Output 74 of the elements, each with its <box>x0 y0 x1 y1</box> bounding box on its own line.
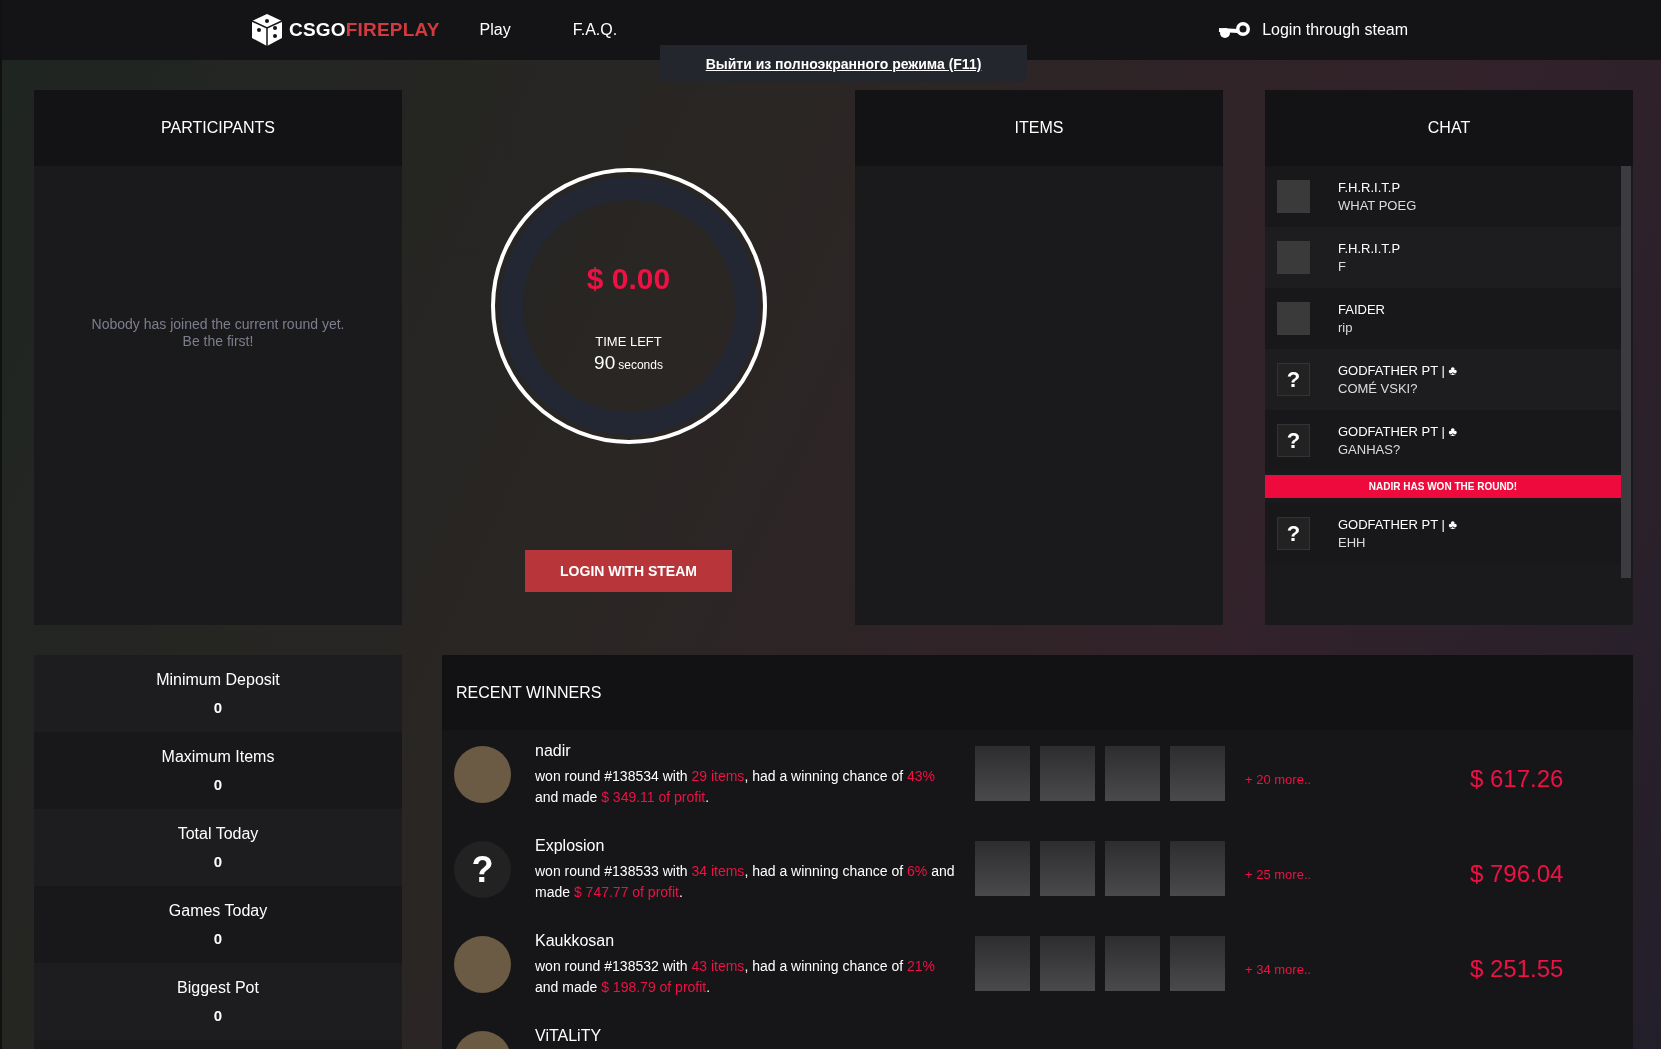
chat-username: F.H.R.I.T.P <box>1338 180 1402 195</box>
dice-icon <box>250 13 284 47</box>
item-image-placeholder <box>1040 841 1095 896</box>
time-left-value: 90 seconds <box>594 352 663 374</box>
winner-description: won round #138532 with 43 items, had a winning chance of 21% and made $ 198.79 of profit. <box>535 957 937 997</box>
stat-label: Total Today <box>177 825 259 843</box>
item-image-placeholder <box>1105 746 1160 801</box>
item-image-placeholder <box>1170 841 1225 896</box>
item-image-placeholder <box>975 936 1030 991</box>
item-image-placeholder <box>1170 746 1225 801</box>
panel-title: PARTICIPANTS <box>34 90 402 166</box>
stat-value: 0 <box>213 699 223 716</box>
empty-message: Nobody has joined the current round yet. Be the first! <box>91 316 345 350</box>
winner-total: $ 617.26 <box>1470 764 1564 793</box>
chat-username: GODFATHER PT | ♣ <box>1338 363 1458 378</box>
steam-icon <box>1216 21 1253 39</box>
item-image-placeholder <box>1040 936 1095 991</box>
stat-value: 0 <box>213 853 223 870</box>
logo-text[interactable]: CSGOFIREPLAY <box>289 19 440 41</box>
login-link[interactable]: Login through steam <box>1216 21 1408 39</box>
item-image-placeholder <box>1105 841 1160 896</box>
stat-label: Minimum Deposit <box>156 671 280 689</box>
item-image-placeholder <box>975 841 1030 896</box>
chat-text: COMÉ VSKI? <box>1338 381 1419 396</box>
stat-value: 0 <box>213 776 223 793</box>
item-image-placeholder <box>1105 936 1160 991</box>
stat-label: Biggest Pot <box>177 979 259 997</box>
stat-label: Maximum Items <box>161 748 275 766</box>
unknown-avatar: ? <box>1277 424 1310 457</box>
panel-title: ITEMS <box>855 90 1223 166</box>
panel-title: CHAT <box>1265 90 1633 166</box>
scrollbar[interactable] <box>1621 166 1631 578</box>
winner-announcement: NADIR HAS WON THE ROUND! <box>1265 475 1621 498</box>
chat-username: GODFATHER PT | ♣ <box>1338 517 1458 532</box>
winner-name: Explosion <box>535 837 606 855</box>
winner-name: ViTALiTY <box>535 1027 603 1045</box>
avatar-photo <box>1277 241 1310 274</box>
chat-text: rip <box>1338 320 1354 335</box>
nav-link[interactable]: Play <box>479 21 511 39</box>
winner-description: won round #138533 with 34 items, had a winning chance of 6% and made $ 747.77 of profit. <box>535 862 955 902</box>
chat-username: F.H.R.I.T.P <box>1338 241 1401 256</box>
time-left-label: TIME LEFT <box>595 334 662 349</box>
avatar-photo <box>1277 180 1310 213</box>
more-items-link[interactable]: + 20 more.. <box>1245 772 1335 787</box>
item-image-placeholder <box>1040 746 1095 801</box>
winner-total: $ 796.04 <box>1470 859 1564 888</box>
chat-text: GANHAS? <box>1338 442 1402 457</box>
unknown-avatar: ? <box>1277 363 1310 396</box>
item-image-placeholder <box>1170 936 1225 991</box>
chat-text: WHAT POEG <box>1338 198 1417 213</box>
more-items-link[interactable]: + 34 more.. <box>1245 962 1335 977</box>
chat-username: FAIDER <box>1338 302 1385 317</box>
avatar-photo <box>1277 302 1310 335</box>
chat-text: F <box>1338 259 1347 274</box>
login-button[interactable]: LOGIN WITH STEAM <box>525 550 732 592</box>
chat-username: GODFATHER PT | ♣ <box>1338 424 1458 439</box>
stat-value: 0 <box>213 1007 223 1024</box>
stat-label: Games Today <box>168 902 268 920</box>
unknown-avatar: ? <box>454 841 511 898</box>
more-items-link[interactable]: + 25 more.. <box>1245 867 1335 882</box>
item-image-placeholder <box>975 746 1030 801</box>
panel-title: RECENT WINNERS <box>442 655 1633 730</box>
exit-fullscreen-link[interactable]: Выйти из полноэкранного режима (F11) <box>705 55 982 72</box>
pot-amount: $ 0.00 <box>586 262 671 296</box>
unknown-avatar: ? <box>1277 517 1310 550</box>
winner-total: $ 251.55 <box>1470 954 1564 983</box>
winner-name: nadir <box>535 742 572 760</box>
winner-description: won round #138534 with 29 items, had a winning chance of 43% and made $ 349.11 of profit. <box>535 767 937 807</box>
avatar-photo <box>454 746 511 803</box>
avatar-photo <box>454 936 511 993</box>
chat-text: EHH <box>1338 535 1367 550</box>
stat-value: 0 <box>213 930 223 947</box>
winner-name: Kaukkosan <box>535 932 616 950</box>
nav-link[interactable]: F.A.Q. <box>572 21 618 39</box>
